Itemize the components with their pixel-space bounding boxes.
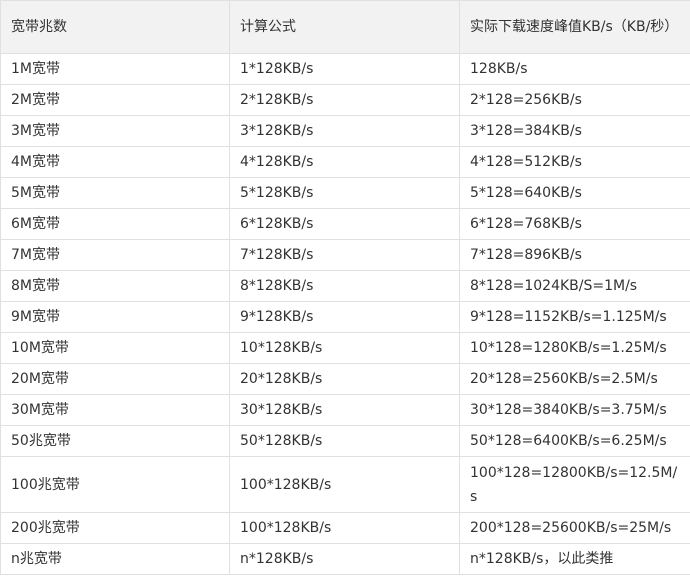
table-row: 8M宽带 8*128KB/s 8*128=1024KB/S=1M/s	[0, 270, 690, 302]
table-row: 30M宽带 30*128KB/s 30*128=3840KB/s=3.75M/s	[0, 394, 690, 426]
cell-peak-speed: 4*128=512KB/s	[459, 146, 690, 178]
cell-peak-speed: 128KB/s	[459, 53, 690, 85]
table-row: 6M宽带 6*128KB/s 6*128=768KB/s	[0, 208, 690, 240]
cell-formula: 100*128KB/s	[229, 512, 460, 544]
cell-peak-speed: 5*128=640KB/s	[459, 177, 690, 209]
cell-peak-speed: 8*128=1024KB/S=1M/s	[459, 270, 690, 302]
cell-bandwidth: 50兆宽带	[0, 425, 230, 457]
cell-bandwidth: 100兆宽带	[0, 456, 230, 513]
table-row: 200兆宽带 100*128KB/s 200*128=25600KB/s=25M…	[0, 512, 690, 544]
cell-peak-speed: 2*128=256KB/s	[459, 84, 690, 116]
table-row: 7M宽带 7*128KB/s 7*128=896KB/s	[0, 239, 690, 271]
cell-bandwidth: 9M宽带	[0, 301, 230, 333]
cell-peak-speed: n*128KB/s，以此类推	[459, 543, 690, 575]
table-row: 2M宽带 2*128KB/s 2*128=256KB/s	[0, 84, 690, 116]
cell-bandwidth: 3M宽带	[0, 115, 230, 147]
cell-formula: 4*128KB/s	[229, 146, 460, 178]
header-bandwidth: 宽带兆数	[0, 0, 230, 54]
cell-bandwidth: 10M宽带	[0, 332, 230, 364]
table-row: 20M宽带 20*128KB/s 20*128=2560KB/s=2.5M/s	[0, 363, 690, 395]
cell-bandwidth: 1M宽带	[0, 53, 230, 85]
cell-bandwidth: 200兆宽带	[0, 512, 230, 544]
cell-bandwidth: 30M宽带	[0, 394, 230, 426]
table-body: 1M宽带 1*128KB/s 128KB/s 2M宽带 2*128KB/s 2*…	[0, 53, 690, 575]
cell-bandwidth: 5M宽带	[0, 177, 230, 209]
table-row: n兆宽带 n*128KB/s n*128KB/s，以此类推	[0, 543, 690, 575]
cell-formula: 6*128KB/s	[229, 208, 460, 240]
table-row: 9M宽带 9*128KB/s 9*128=1152KB/s=1.125M/s	[0, 301, 690, 333]
cell-formula: 100*128KB/s	[229, 456, 460, 513]
cell-formula: 5*128KB/s	[229, 177, 460, 209]
cell-peak-speed: 6*128=768KB/s	[459, 208, 690, 240]
cell-peak-speed: 10*128=1280KB/s=1.25M/s	[459, 332, 690, 364]
cell-formula: 8*128KB/s	[229, 270, 460, 302]
cell-peak-speed: 7*128=896KB/s	[459, 239, 690, 271]
cell-bandwidth: n兆宽带	[0, 543, 230, 575]
header-peak-speed: 实际下载速度峰值KB/s（KB/秒）	[459, 0, 690, 54]
cell-formula: 20*128KB/s	[229, 363, 460, 395]
cell-formula: 30*128KB/s	[229, 394, 460, 426]
cell-formula: 50*128KB/s	[229, 425, 460, 457]
cell-peak-speed: 20*128=2560KB/s=2.5M/s	[459, 363, 690, 395]
cell-peak-speed: 30*128=3840KB/s=3.75M/s	[459, 394, 690, 426]
cell-bandwidth: 2M宽带	[0, 84, 230, 116]
cell-formula: 1*128KB/s	[229, 53, 460, 85]
header-formula: 计算公式	[229, 0, 460, 54]
table-row: 1M宽带 1*128KB/s 128KB/s	[0, 53, 690, 85]
table-row: 10M宽带 10*128KB/s 10*128=1280KB/s=1.25M/s	[0, 332, 690, 364]
table-row: 5M宽带 5*128KB/s 5*128=640KB/s	[0, 177, 690, 209]
bandwidth-speed-table: 宽带兆数 计算公式 实际下载速度峰值KB/s（KB/秒） 1M宽带 1*128K…	[0, 0, 690, 575]
cell-peak-speed: 9*128=1152KB/s=1.125M/s	[459, 301, 690, 333]
cell-formula: 9*128KB/s	[229, 301, 460, 333]
cell-bandwidth: 20M宽带	[0, 363, 230, 395]
table-row: 100兆宽带 100*128KB/s 100*128=12800KB/s=12.…	[0, 456, 690, 513]
cell-bandwidth: 7M宽带	[0, 239, 230, 271]
table-row: 50兆宽带 50*128KB/s 50*128=6400KB/s=6.25M/s	[0, 425, 690, 457]
table-row: 3M宽带 3*128KB/s 3*128=384KB/s	[0, 115, 690, 147]
header-row: 宽带兆数 计算公式 实际下载速度峰值KB/s（KB/秒）	[0, 0, 690, 54]
cell-formula: 3*128KB/s	[229, 115, 460, 147]
cell-formula: n*128KB/s	[229, 543, 460, 575]
cell-peak-speed: 100*128=12800KB/s=12.5M/s	[459, 456, 690, 513]
cell-peak-speed: 50*128=6400KB/s=6.25M/s	[459, 425, 690, 457]
cell-bandwidth: 4M宽带	[0, 146, 230, 178]
cell-formula: 2*128KB/s	[229, 84, 460, 116]
cell-bandwidth: 6M宽带	[0, 208, 230, 240]
cell-formula: 7*128KB/s	[229, 239, 460, 271]
table-row: 4M宽带 4*128KB/s 4*128=512KB/s	[0, 146, 690, 178]
cell-peak-speed: 3*128=384KB/s	[459, 115, 690, 147]
cell-formula: 10*128KB/s	[229, 332, 460, 364]
cell-peak-speed: 200*128=25600KB/s=25M/s	[459, 512, 690, 544]
table-header: 宽带兆数 计算公式 实际下载速度峰值KB/s（KB/秒）	[0, 0, 690, 54]
cell-bandwidth: 8M宽带	[0, 270, 230, 302]
